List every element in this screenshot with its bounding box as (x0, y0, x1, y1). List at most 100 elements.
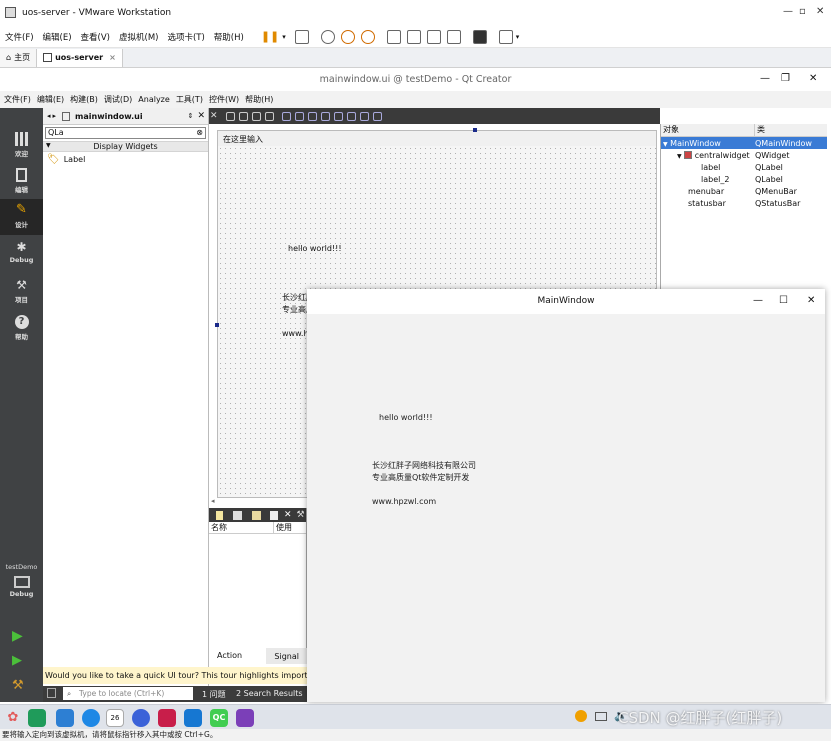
edit-tab-order-icon[interactable] (264, 111, 274, 121)
power-icon[interactable] (575, 710, 587, 722)
build-icon[interactable]: ⚒ (12, 678, 24, 693)
tree-row-menubar[interactable]: menubar QMenuBar (661, 185, 827, 197)
dropdown-icon[interactable]: ▾ (516, 33, 520, 41)
qt-menu-analyze[interactable]: Analyze (138, 95, 170, 104)
selection-handle[interactable] (215, 323, 219, 327)
mode-welcome[interactable]: 欢迎 (0, 128, 43, 164)
debug-run-icon[interactable]: ▶ (12, 653, 22, 668)
browser-icon[interactable] (82, 709, 100, 727)
layout-grid-icon[interactable] (333, 111, 343, 121)
snapshot-manager-icon[interactable] (360, 29, 375, 44)
layout-splitter-v-icon[interactable] (320, 111, 330, 121)
widget-filter-input[interactable]: QLa ⊗ (45, 127, 206, 139)
minimize-button[interactable]: — (783, 6, 793, 17)
menu-vm[interactable]: 虚拟机(M) (119, 31, 158, 43)
tree-row-centralwidget[interactable]: ▼ centralwidget QWidget (661, 149, 827, 161)
layout-splitter-h-icon[interactable] (307, 111, 317, 121)
keyboard-icon[interactable] (595, 712, 607, 721)
tab-action-editor[interactable]: Action Editor (209, 648, 267, 676)
tab-signal-slot-editor[interactable]: Signal (266, 652, 307, 661)
menu-edit[interactable]: 编辑(E) (43, 31, 72, 43)
sidebar-toggle-icon[interactable] (47, 688, 56, 698)
tree-row-label-2[interactable]: label_2 QLabel (661, 173, 827, 185)
break-layout-icon[interactable] (359, 111, 369, 121)
qt-maximize-button[interactable]: ❐ (781, 73, 790, 84)
fullscreen-icon[interactable] (426, 29, 441, 44)
qt-close-button[interactable]: ✕ (809, 73, 817, 84)
blue-app-icon[interactable] (184, 709, 202, 727)
console-view-icon[interactable] (406, 29, 421, 44)
purple-app-icon[interactable] (236, 709, 254, 727)
column-object[interactable]: 对象 (661, 124, 755, 136)
app-close-button[interactable]: ✕ (807, 295, 815, 306)
widget-group-display[interactable]: ▼ Display Widgets (43, 141, 208, 152)
close-button[interactable]: ✕ (816, 6, 824, 17)
layout-form-icon[interactable] (346, 111, 356, 121)
kit-selector[interactable]: testDemo Debug (0, 563, 43, 598)
unity-icon[interactable] (446, 29, 461, 44)
tree-row-statusbar[interactable]: statusbar QStatusBar (661, 197, 827, 209)
close-tab-icon[interactable]: × (109, 53, 116, 62)
qt-menu-tools[interactable]: 工具(T) (176, 94, 203, 105)
close-file-icon[interactable]: ✕ (197, 111, 205, 121)
arrow-left-icon[interactable]: ◂ (47, 112, 51, 120)
maximize-button[interactable]: ▫ (799, 6, 806, 17)
mode-edit[interactable]: 编辑 (0, 164, 43, 200)
mode-debug[interactable]: ✱ Debug (0, 236, 43, 272)
run-icon[interactable]: ▶ (12, 628, 23, 644)
launcher-icon[interactable]: ✿ (4, 709, 22, 727)
layout-horizontal-icon[interactable] (281, 111, 291, 121)
terminal-icon[interactable] (472, 29, 487, 44)
widget-item-label[interactable]: 🏷 Label (43, 152, 208, 166)
menu-file[interactable]: 文件(F) (5, 31, 34, 43)
clear-filter-icon[interactable]: ⊗ (196, 128, 203, 137)
edit-signals-icon[interactable] (238, 111, 248, 121)
new-action-icon[interactable] (216, 510, 223, 520)
sidebar-view-icon[interactable] (386, 29, 401, 44)
form-menubar[interactable]: 在这里输入 (218, 131, 656, 146)
paste-action-icon[interactable] (252, 510, 261, 520)
form-label-hello[interactable]: hello world!!! (288, 244, 342, 253)
scroll-left-icon[interactable]: ◂ (211, 497, 215, 505)
qt-menu-debug[interactable]: 调试(D) (104, 94, 132, 105)
mode-projects[interactable]: ⚒ 项目 (0, 274, 43, 310)
ui-tour-banner[interactable]: Would you like to take a quick UI tour? … (43, 667, 307, 684)
qt-menu-widgets[interactable]: 控件(W) (209, 94, 239, 105)
menu-help[interactable]: 帮助(H) (214, 31, 244, 43)
output-tab-search-results[interactable]: 2 Search Results (236, 689, 303, 698)
output-tab-issues[interactable]: 1 问题 (202, 689, 226, 700)
send-keys-icon[interactable] (294, 29, 309, 44)
qt-menu-help[interactable]: 帮助(H) (245, 94, 273, 105)
file-manager-icon[interactable] (56, 709, 74, 727)
qt-menu-file[interactable]: 文件(F) (4, 94, 31, 105)
locator-input[interactable]: ⌕ Type to locate (Ctrl+K) (63, 687, 193, 700)
menu-tabs[interactable]: 选项卡(T) (167, 31, 204, 43)
file-tab[interactable]: mainwindow.ui (75, 112, 143, 121)
snapshot-icon[interactable] (320, 29, 335, 44)
calendar-icon[interactable]: 26 (106, 709, 124, 727)
menu-view[interactable]: 查看(V) (81, 31, 110, 43)
delete-action-icon[interactable]: ✕ (284, 510, 292, 520)
column-name[interactable]: 名称 (209, 522, 274, 533)
close-editor-icon[interactable]: ✕ (210, 111, 218, 121)
terminal-icon[interactable] (28, 709, 46, 727)
qt-creator-icon[interactable]: QC (210, 709, 228, 727)
copy-action-icon[interactable] (233, 510, 242, 520)
qt-menu-build[interactable]: 构建(B) (70, 94, 98, 105)
column-used[interactable]: 使用 (274, 522, 292, 533)
edit-buddies-icon[interactable] (251, 111, 261, 121)
qt-menu-edit[interactable]: 编辑(E) (37, 94, 64, 105)
layout-vertical-icon[interactable] (294, 111, 304, 121)
selection-handle[interactable] (473, 128, 477, 132)
column-class[interactable]: 类 (755, 124, 765, 136)
stretch-icon[interactable] (498, 29, 513, 44)
red-app-icon[interactable] (158, 709, 176, 727)
adjust-size-icon[interactable] (372, 111, 382, 121)
tree-row-label[interactable]: label QLabel (661, 161, 827, 173)
qt-minimize-button[interactable]: — (760, 73, 770, 84)
arrow-right-icon[interactable]: ▸ (53, 112, 57, 120)
pause-icon[interactable]: ❚❚ (261, 30, 279, 43)
tab-uos-server[interactable]: uos-server × (37, 48, 123, 67)
dropdown-icon[interactable]: ▾ (282, 33, 286, 41)
tree-row-mainwindow[interactable]: ▼ MainWindow QMainWindow (661, 137, 827, 149)
